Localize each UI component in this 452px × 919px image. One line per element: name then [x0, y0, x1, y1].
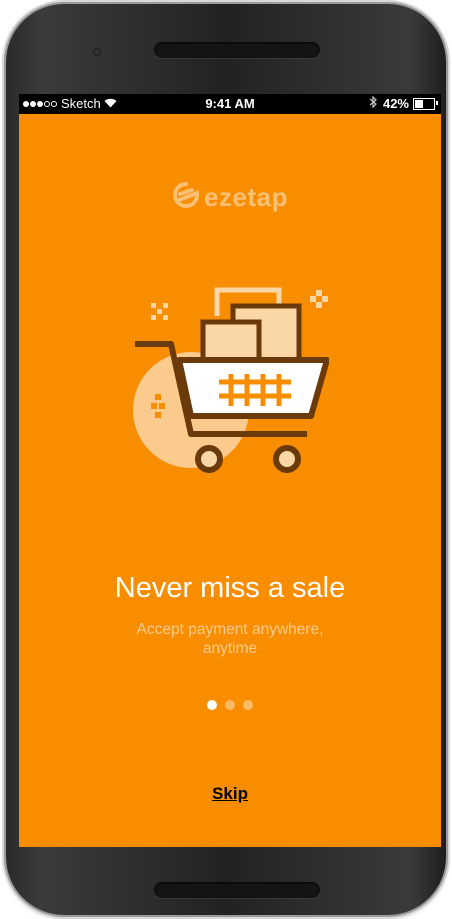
- brand-name: ezetap: [204, 182, 288, 212]
- page-indicator[interactable]: [19, 700, 441, 710]
- status-right: 42%: [369, 95, 438, 111]
- onboarding-title: Never miss a sale: [114, 572, 346, 604]
- front-camera: [93, 48, 101, 56]
- page-dot-3[interactable]: [243, 700, 253, 710]
- battery-icon: [413, 97, 438, 110]
- earpiece-speaker: [154, 42, 320, 58]
- page-dot-2[interactable]: [225, 700, 235, 710]
- battery-percent: 42%: [382, 96, 409, 111]
- bottom-speaker: [154, 882, 320, 898]
- skip-button[interactable]: Skip: [19, 784, 441, 804]
- brand-logo: ezetap: [19, 182, 441, 213]
- bluetooth-icon: [369, 95, 377, 111]
- shopping-cart-icon: [129, 284, 330, 499]
- onboarding-screen: Sketch 9:41 AM 42% ezetap Never miss a s…: [19, 94, 441, 847]
- battery-fill: [415, 99, 423, 108]
- ezetap-logo-icon: [172, 182, 200, 213]
- onboarding-subtitle: Accept payment anywhere, anytime: [136, 621, 324, 657]
- status-bar: Sketch 9:41 AM 42%: [19, 94, 441, 114]
- page-dot-1[interactable]: [207, 700, 217, 710]
